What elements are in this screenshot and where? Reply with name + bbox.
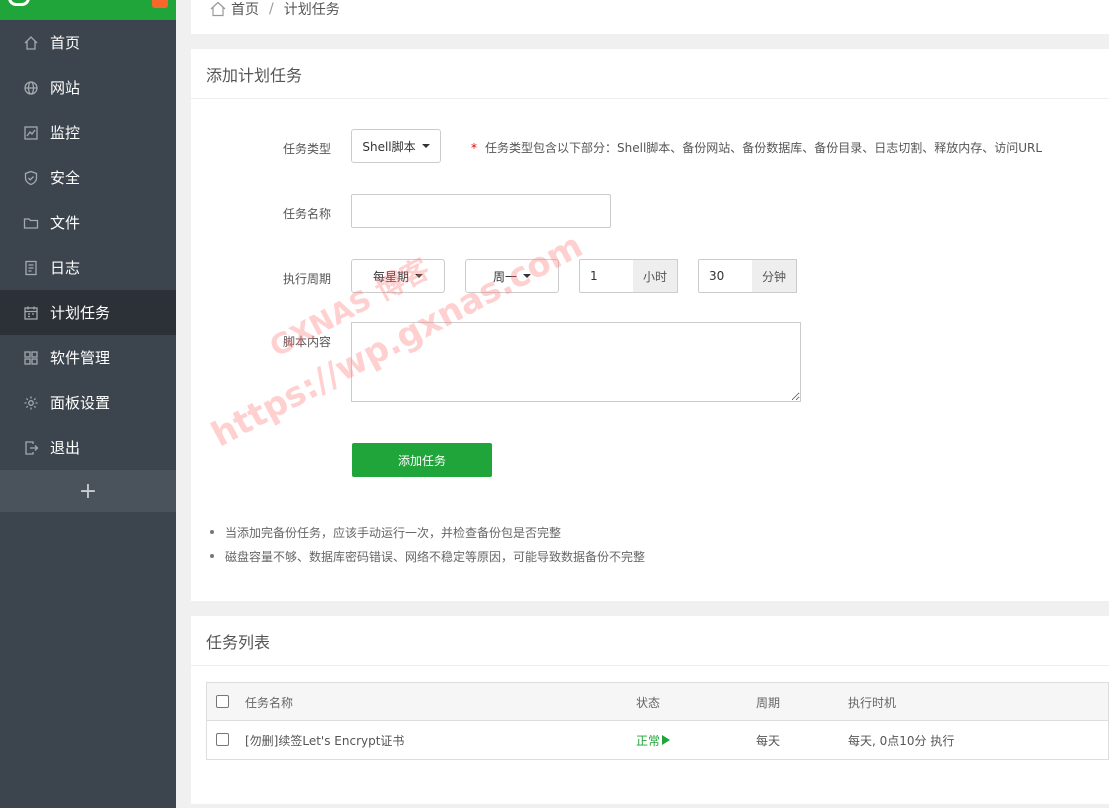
script-textarea[interactable] [351, 322, 801, 402]
sidebar-logo-bar [0, 0, 176, 20]
breadcrumb-current: 计划任务 [283, 2, 340, 18]
tip-item: 磁盘容量不够、数据库密码错误、网络不稳定等原因，可能导致数据备份不完整 [225, 544, 645, 568]
select-all-checkbox[interactable] [216, 695, 229, 708]
sidebar-item-logout[interactable]: 退出 [0, 425, 176, 470]
task-type-hint-text: 任务类型包含以下部分：Shell脚本、备份网站、备份数据库、备份目录、日志切割、… [485, 141, 1043, 155]
notification-badge[interactable] [152, 0, 168, 8]
tips-list: 当添加完备份任务，应该手动运行一次，并检查备份包是否完整 磁盘容量不够、数据库密… [225, 520, 645, 568]
logout-icon [23, 440, 39, 456]
hour-unit: 小时 [633, 259, 678, 293]
breadcrumb: 首页 / 计划任务 [191, 0, 1109, 34]
period-value: 每星期 [372, 269, 409, 284]
log-icon [23, 260, 39, 276]
shield-icon [23, 170, 39, 186]
monitor-icon [23, 125, 39, 141]
task-name-label: 任务名称 [282, 207, 331, 221]
task-type-hint: * 任务类型包含以下部分：Shell脚本、备份网站、备份数据库、备份目录、日志切割… [471, 139, 1042, 156]
sidebar-item-label: 退出 [50, 439, 81, 457]
table-row: [勿删]续签Let's Encrypt证书 正常 每天 每天, 0点10分 执行 [207, 721, 1108, 759]
sidebar-item-software[interactable]: 软件管理 [0, 335, 176, 380]
task-status[interactable]: 正常 [636, 721, 671, 759]
main-content: 首页 / 计划任务 添加计划任务 任务类型 Shell脚本 * 任务类型包含以下部… [176, 0, 1109, 808]
add-task-button[interactable]: 添加任务 [352, 443, 492, 477]
sidebar-item-files[interactable]: 文件 [0, 200, 176, 245]
sidebar-item-label: 首页 [50, 34, 81, 52]
sidebar-item-label: 面板设置 [50, 394, 111, 412]
home-icon [209, 0, 227, 18]
task-status-text: 正常 [636, 733, 661, 748]
task-type-value: Shell脚本 [362, 139, 416, 154]
sidebar-menu: 首页 网站 监控 安全 文件 日志 计划任务 软件管理 面板设置 退出 [0, 20, 176, 470]
logo-icon [8, 0, 30, 6]
column-header: 执行时机 [848, 695, 897, 710]
weekday-value: 周一 [492, 269, 517, 284]
column-header: 状态 [636, 695, 661, 710]
sidebar-add-button[interactable]: + [0, 470, 176, 512]
task-period-cell: 每天 [756, 733, 781, 748]
home-icon [23, 35, 39, 51]
task-table: 任务名称 状态 周期 执行时机 [勿删]续签Let's Encrypt证书 正常… [206, 682, 1109, 760]
calendar-icon [23, 305, 39, 321]
sidebar: 首页 网站 监控 安全 文件 日志 计划任务 软件管理 面板设置 退出 + [0, 0, 176, 808]
tip-item: 当添加完备份任务，应该手动运行一次，并检查备份包是否完整 [225, 520, 645, 544]
weekday-dropdown[interactable]: 周一 [465, 259, 559, 293]
card-title: 添加计划任务 [191, 49, 1109, 99]
column-header: 任务名称 [245, 695, 294, 710]
sidebar-item-cron[interactable]: 计划任务 [0, 290, 176, 335]
task-list-card: 任务列表 任务名称 状态 周期 执行时机 [勿删]续签Let's Encrypt… [191, 616, 1109, 804]
sidebar-item-label: 网站 [50, 79, 81, 97]
minute-input[interactable] [698, 259, 754, 293]
table-header: 任务名称 状态 周期 执行时机 [207, 683, 1108, 721]
breadcrumb-home-link[interactable]: 首页 [231, 0, 259, 19]
minute-unit: 分钟 [752, 259, 797, 293]
sidebar-item-monitor[interactable]: 监控 [0, 110, 176, 155]
sidebar-item-label: 软件管理 [50, 349, 111, 367]
column-header: 周期 [756, 695, 781, 710]
sidebar-item-label: 计划任务 [50, 304, 111, 322]
sidebar-item-label: 监控 [50, 124, 81, 142]
sidebar-item-security[interactable]: 安全 [0, 155, 176, 200]
plus-icon: + [78, 478, 98, 504]
script-label: 脚本内容 [282, 335, 331, 349]
sidebar-item-home[interactable]: 首页 [0, 20, 176, 65]
play-icon [662, 735, 671, 745]
row-checkbox[interactable] [216, 733, 229, 746]
gear-icon [23, 395, 39, 411]
period-label: 执行周期 [282, 272, 331, 286]
required-star: * [471, 141, 477, 155]
caret-down-icon [421, 144, 430, 148]
caret-down-icon [523, 274, 531, 278]
task-type-dropdown[interactable]: Shell脚本 [351, 129, 441, 163]
card-title: 任务列表 [191, 616, 1109, 666]
task-name-cell: [勿删]续签Let's Encrypt证书 [245, 733, 405, 748]
breadcrumb-separator: / [269, 1, 274, 17]
add-task-card: 添加计划任务 任务类型 Shell脚本 * 任务类型包含以下部分：Shell脚本、… [191, 49, 1109, 601]
apps-icon [23, 350, 39, 366]
globe-icon [23, 80, 39, 96]
task-name-input[interactable] [351, 194, 611, 228]
sidebar-item-settings[interactable]: 面板设置 [0, 380, 176, 425]
period-dropdown[interactable]: 每星期 [351, 259, 445, 293]
sidebar-item-label: 文件 [50, 214, 81, 232]
caret-down-icon [415, 274, 423, 278]
folder-icon [23, 215, 39, 231]
task-type-label: 任务类型 [282, 142, 331, 156]
task-timing-cell: 每天, 0点10分 执行 [848, 733, 955, 748]
sidebar-item-website[interactable]: 网站 [0, 65, 176, 110]
sidebar-item-label: 日志 [50, 259, 81, 277]
sidebar-item-label: 安全 [50, 169, 81, 187]
hour-input[interactable] [579, 259, 635, 293]
sidebar-item-logs[interactable]: 日志 [0, 245, 176, 290]
